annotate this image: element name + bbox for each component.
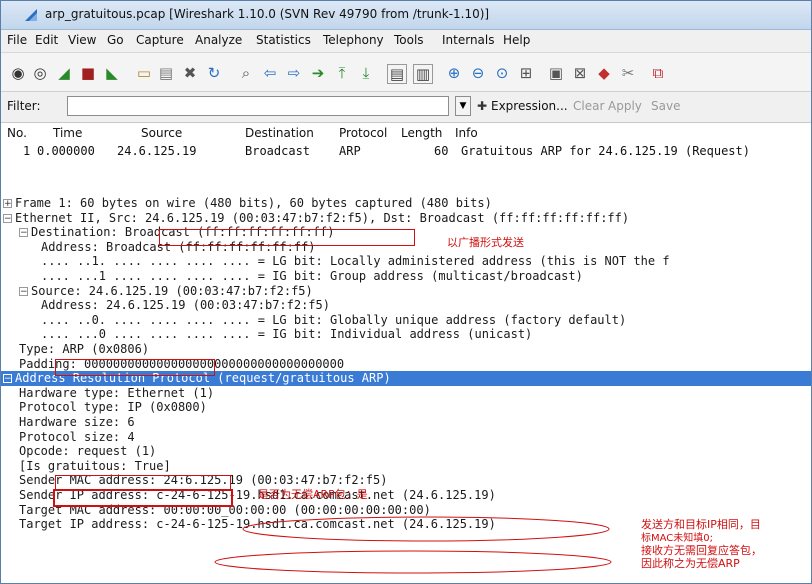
gratuitous-annotation: 是否为无偿ARP包：是: [258, 488, 368, 501]
annotation-ellipses: [214, 516, 612, 574]
wireshark-window: arp_gratuitous.pcap [Wireshark 1.10.0 (S…: [0, 0, 812, 584]
ellipse-target-ip: [214, 550, 612, 574]
broadcast-annotation: 以广播形式发送: [447, 236, 524, 249]
ellipse-sender-ip: [242, 516, 610, 542]
side-note-line-4: 因此称之为无偿ARP: [641, 557, 740, 570]
